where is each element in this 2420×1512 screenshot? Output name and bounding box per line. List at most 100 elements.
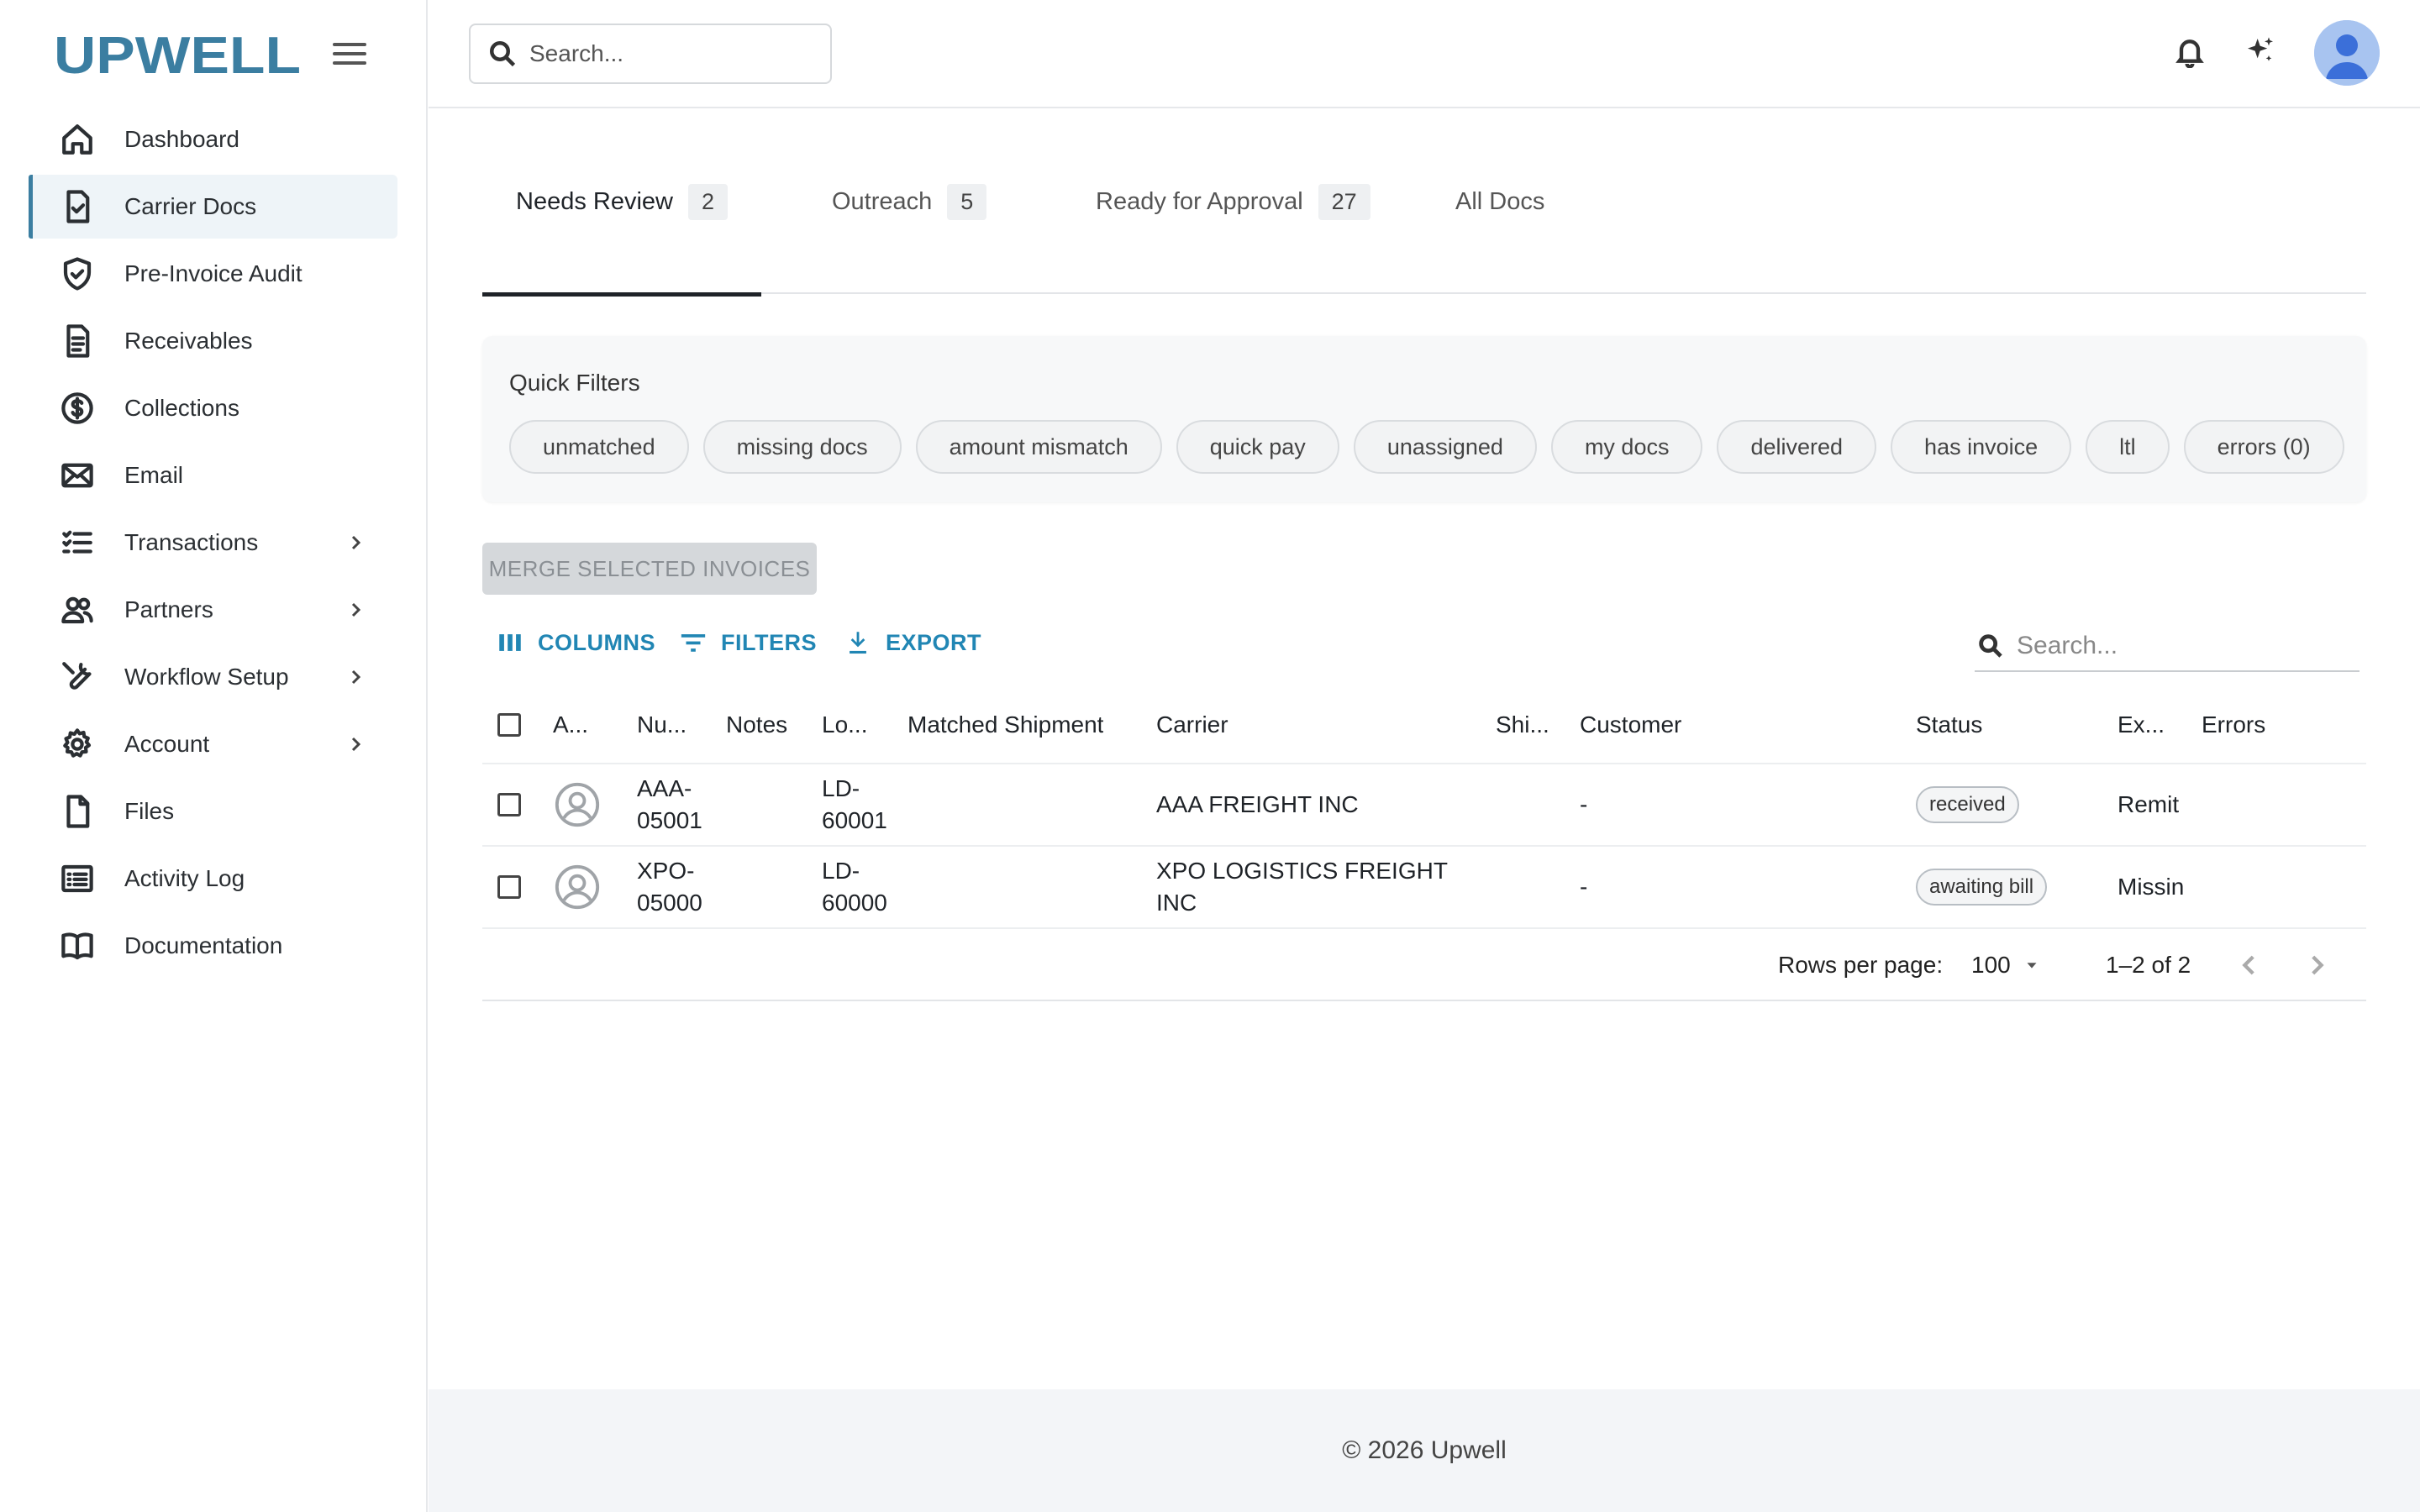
carrier-cell: AAA FREIGHT INC bbox=[1156, 791, 1359, 817]
chevron-right-icon[interactable] bbox=[345, 533, 366, 553]
ex-cell: Missin bbox=[2118, 874, 2185, 900]
sidebar-item-dashboard[interactable]: Dashboard bbox=[29, 108, 397, 171]
next-page-icon[interactable] bbox=[2302, 951, 2331, 979]
filter-chip-unassigned[interactable]: unassigned bbox=[1353, 420, 1537, 474]
filter-chip-errors[interactable]: errors (0) bbox=[2183, 420, 2344, 474]
column-header-carrier[interactable]: Carrier bbox=[1156, 687, 1228, 763]
prev-page-icon[interactable] bbox=[2235, 951, 2264, 979]
status-badge: awaiting bill bbox=[1916, 869, 2048, 906]
user-avatar[interactable] bbox=[2314, 20, 2380, 86]
file-icon bbox=[59, 793, 96, 830]
sidebar-item-collections[interactable]: Collections bbox=[29, 376, 397, 440]
tab-count-badge: 27 bbox=[1318, 183, 1370, 220]
sidebar-item-documentation[interactable]: Documentation bbox=[29, 914, 397, 978]
upwell-logo[interactable]: UPWELL bbox=[54, 29, 301, 78]
tab-needs-review[interactable]: Needs Review 2 bbox=[482, 109, 762, 297]
sidebar-item-partners[interactable]: Partners bbox=[29, 578, 397, 642]
chevron-right-icon[interactable] bbox=[345, 734, 366, 754]
copyright-text: © 2026 Upwell bbox=[1342, 1436, 1507, 1464]
sidebar-item-receivables[interactable]: Receivables bbox=[29, 309, 397, 373]
chevron-right-icon[interactable] bbox=[345, 667, 366, 687]
search-icon bbox=[490, 41, 516, 67]
row-checkbox[interactable] bbox=[497, 793, 521, 816]
filter-chip-missing-docs[interactable]: missing docs bbox=[702, 420, 902, 474]
sidebar-item-transactions[interactable]: Transactions bbox=[29, 511, 397, 575]
carrier-cell: XPO LOGISTICS FREIGHT INC bbox=[1156, 858, 1448, 916]
sidebar-item-label: Documentation bbox=[124, 932, 283, 958]
assignee-avatar-icon[interactable] bbox=[553, 847, 602, 927]
assignee-avatar-icon[interactable] bbox=[553, 764, 602, 845]
status-cell: received bbox=[1916, 764, 2019, 845]
doc-check-icon bbox=[59, 188, 96, 225]
menu-toggle-icon[interactable] bbox=[333, 37, 366, 71]
sparkle-icon[interactable] bbox=[2244, 34, 2277, 72]
filter-chip-amount-mismatch[interactable]: amount mismatch bbox=[915, 420, 1162, 474]
doc-number-cell: XPO-05000 bbox=[637, 858, 702, 916]
load-number-cell: LD-60001 bbox=[822, 775, 887, 833]
bell-icon[interactable] bbox=[2173, 34, 2207, 72]
tab-all-docs[interactable]: All Docs bbox=[1455, 109, 1544, 294]
tab-label: All Docs bbox=[1455, 187, 1545, 215]
table-row[interactable]: XPO-05000 LD-60000 XPO LOGISTICS FREIGHT… bbox=[482, 847, 2366, 929]
filters-button[interactable]: FILTERS bbox=[679, 628, 817, 657]
sidebar-item-activity-log[interactable]: Activity Log bbox=[29, 847, 397, 911]
column-header-ship[interactable]: Shi... bbox=[1496, 687, 1549, 763]
filter-chip-delivered[interactable]: delivered bbox=[1717, 420, 1877, 474]
global-search[interactable] bbox=[469, 24, 832, 84]
sidebar-item-pre-invoice-audit[interactable]: Pre-Invoice Audit bbox=[29, 242, 397, 306]
column-header-errors[interactable]: Errors bbox=[2202, 687, 2265, 763]
rows-per-page-select[interactable]: 100 bbox=[1971, 929, 2041, 1001]
select-all-checkbox[interactable] bbox=[497, 713, 521, 737]
activity-list-icon bbox=[59, 860, 96, 897]
tab-label: Needs Review bbox=[516, 187, 673, 215]
shield-check-icon bbox=[59, 255, 96, 292]
row-checkbox[interactable] bbox=[497, 875, 521, 899]
chevron-right-icon[interactable] bbox=[345, 600, 366, 620]
grid-search-input[interactable] bbox=[2017, 632, 2344, 660]
ex-cell: Remit bbox=[2118, 791, 2180, 817]
sidebar-item-label: Dashboard bbox=[124, 126, 239, 152]
rows-per-page-value: 100 bbox=[1971, 952, 2011, 978]
grid-pagination: Rows per page: 100 1–2 of 2 bbox=[482, 929, 2366, 1001]
grid-search[interactable] bbox=[1975, 622, 2360, 672]
column-header-ex[interactable]: Ex... bbox=[2118, 687, 2165, 763]
tab-ready-for-approval[interactable]: Ready for Approval 27 bbox=[1096, 109, 1370, 294]
column-header-matched-shipment[interactable]: Matched Shipment bbox=[908, 687, 1103, 763]
users-icon bbox=[59, 591, 96, 628]
merge-selected-invoices-button[interactable]: MERGE SELECTED INVOICES bbox=[482, 543, 817, 595]
sidebar-item-files[interactable]: Files bbox=[29, 780, 397, 843]
sidebar-item-label: Transactions bbox=[124, 529, 259, 555]
select-all-checkbox-cell bbox=[497, 687, 521, 763]
tab-outreach[interactable]: Outreach 5 bbox=[832, 109, 987, 294]
global-search-input[interactable] bbox=[529, 40, 815, 67]
export-button[interactable]: EXPORT bbox=[844, 628, 981, 657]
sidebar-item-label: Workflow Setup bbox=[124, 664, 289, 690]
column-header-status[interactable]: Status bbox=[1916, 687, 1982, 763]
filter-chip-unmatched[interactable]: unmatched bbox=[509, 420, 689, 474]
sidebar-item-carrier-docs[interactable]: Carrier Docs bbox=[29, 175, 397, 239]
column-header-notes[interactable]: Notes bbox=[726, 687, 787, 763]
quick-filters-title: Quick Filters bbox=[509, 370, 640, 396]
filter-chip-my-docs[interactable]: my docs bbox=[1550, 420, 1703, 474]
column-header-customer[interactable]: Customer bbox=[1580, 687, 1681, 763]
columns-button[interactable]: COLUMNS bbox=[496, 628, 655, 657]
filter-chip-ltl[interactable]: ltl bbox=[2086, 420, 2170, 474]
rows-per-page-label: Rows per page: bbox=[1778, 952, 1944, 978]
column-header-number[interactable]: Nu... bbox=[637, 687, 687, 763]
filter-chip-has-invoice[interactable]: has invoice bbox=[1891, 420, 2072, 474]
column-header-assignee[interactable]: A... bbox=[553, 687, 588, 763]
sidebar-item-account[interactable]: Account bbox=[29, 712, 397, 776]
sidebar-item-email[interactable]: Email bbox=[29, 444, 397, 507]
book-icon bbox=[59, 927, 96, 964]
doc-number-cell: AAA-05001 bbox=[637, 775, 702, 833]
gear-icon bbox=[59, 726, 96, 763]
sidebar-item-label: Files bbox=[124, 798, 175, 824]
sidebar-item-workflow-setup[interactable]: Workflow Setup bbox=[29, 645, 397, 709]
load-number-cell: LD-60000 bbox=[822, 858, 887, 916]
column-header-load[interactable]: Lo... bbox=[822, 687, 867, 763]
filter-chip-quick-pay[interactable]: quick pay bbox=[1176, 420, 1339, 474]
sidebar-item-label: Activity Log bbox=[124, 865, 245, 891]
table-row[interactable]: AAA-05001 LD-60001 AAA FREIGHT INC - rec… bbox=[482, 764, 2366, 847]
sidebar-item-label: Collections bbox=[124, 395, 239, 421]
docs-data-grid: COLUMNS FILTERS EXPORT A... Nu... Notes … bbox=[482, 610, 2366, 1001]
